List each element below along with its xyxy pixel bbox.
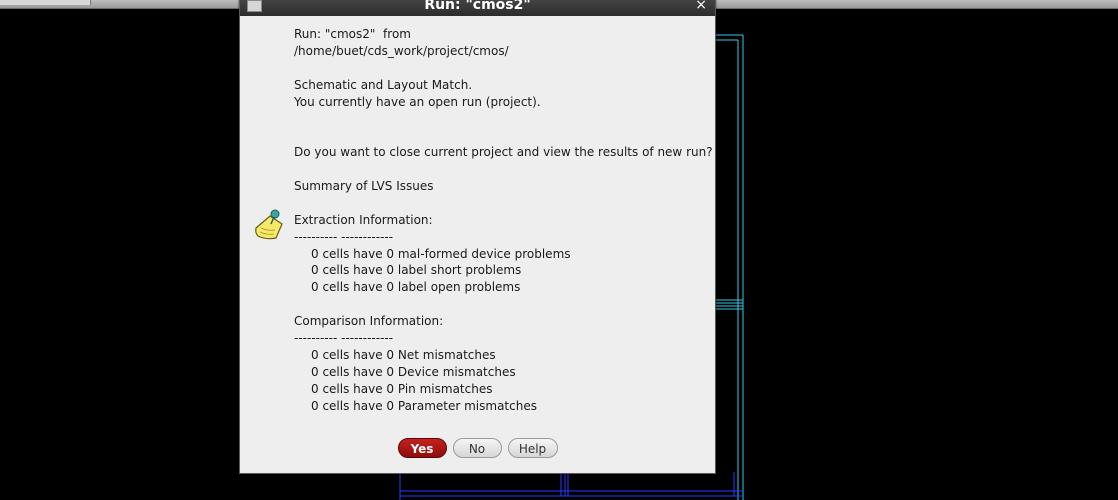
comparison-divider: ---------- ------------ <box>294 331 394 346</box>
close-icon[interactable]: × <box>695 0 707 13</box>
dialog-message: Run: "cmos2" from /home/buet/cds_work/pr… <box>294 26 713 414</box>
extraction-divider: ---------- ------------ <box>294 229 394 244</box>
run-path-line: /home/buet/cds_work/project/cmos/ <box>294 43 509 58</box>
open-run-line: You currently have an open run (project)… <box>294 94 541 109</box>
comparison-item: 0 cells have 0 Net mismatches <box>311 347 496 362</box>
dialog-button-row: Yes No Help <box>240 438 715 460</box>
comparison-item: 0 cells have 0 Parameter mismatches <box>311 398 537 413</box>
dialog-title-bar[interactable]: Run: "cmos2" × <box>240 0 715 16</box>
extraction-item: 0 cells have 0 label open problems <box>311 280 521 295</box>
comparison-item: 0 cells have 0 Device mismatches <box>311 364 516 379</box>
app-screen: Run: "cmos2" × Run: "cmos2" from /home/b… <box>0 0 1118 500</box>
lvs-run-dialog: Run: "cmos2" × Run: "cmos2" from /home/b… <box>239 0 716 474</box>
comparison-item: 0 cells have 0 Pin mismatches <box>311 381 493 396</box>
yes-button[interactable]: Yes <box>397 438 447 458</box>
summary-heading: Summary of LVS Issues <box>294 179 434 194</box>
extraction-item: 0 cells have 0 mal-formed device problem… <box>311 246 571 261</box>
note-pin-icon <box>255 209 283 240</box>
dialog-title: Run: "cmos2" <box>424 0 531 13</box>
help-button[interactable]: Help <box>507 438 558 458</box>
layout-geometry-blue <box>399 472 743 500</box>
comparison-heading: Comparison Information: <box>294 314 444 329</box>
question-line: Do you want to close current project and… <box>294 145 713 160</box>
run-line: Run: "cmos2" from <box>294 27 411 41</box>
match-status-line: Schematic and Layout Match. <box>294 77 473 92</box>
extraction-heading: Extraction Information: <box>294 212 433 227</box>
no-button[interactable]: No <box>452 438 502 458</box>
layout-geometry-cyan <box>714 34 744 500</box>
extraction-item: 0 cells have 0 label short problems <box>311 263 522 278</box>
